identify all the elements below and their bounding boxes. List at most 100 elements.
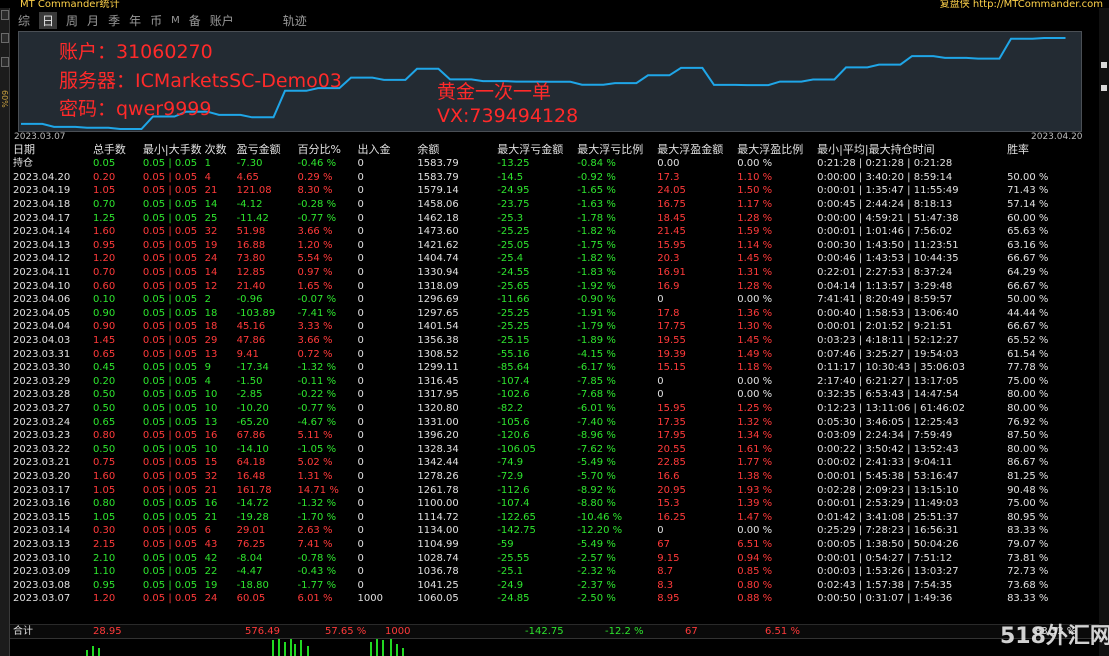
cell-io: 0 (357, 280, 364, 292)
table-row[interactable]: 2023.03.24 0.65 0.05 | 0.05 13 -65.20 -4.67 %… (10, 415, 1099, 429)
table-row[interactable]: 2023.03.28 0.50 0.05 | 0.05 10 -2.85 -0.22 % 0… (10, 388, 1099, 402)
totals-max-float-profit-pct: 6.51 % (765, 626, 800, 637)
table-row[interactable]: 2023.03.31 0.65 0.05 | 0.05 13 9.41 0.72 % 0 13… (10, 347, 1099, 361)
tab-7[interactable]: M (171, 15, 180, 26)
table-row[interactable]: 2023.03.14 0.30 0.05 | 0.05 6 29.01 2.63 % 0 11… (10, 524, 1099, 538)
table-row[interactable]: 2023.03.29 0.20 0.05 | 0.05 4 -1.50 -0.11 % 0 1… (10, 375, 1099, 389)
tab-8[interactable]: 备 (189, 12, 201, 29)
table-row[interactable]: 2023.03.27 0.50 0.05 | 0.05 10 -10.20 -0.77 %… (10, 402, 1099, 416)
table-row[interactable]: 2023.04.14 1.60 0.05 | 0.05 32 51.98 3.66 % 0 1… (10, 225, 1099, 239)
table-row[interactable]: 2023.03.10 2.10 0.05 | 0.05 42 -8.04 -0.78 % 0… (10, 551, 1099, 565)
cell-bal: 1134.00 (417, 525, 459, 537)
column-header[interactable]: 总手数 (90, 143, 140, 157)
cell-mfl: -24.55 (497, 267, 530, 279)
cell-n: 21 (204, 484, 218, 496)
column-header[interactable]: 出入金 (354, 143, 414, 157)
table-row[interactable]: 2023.04.03 1.45 0.05 | 0.05 29 47.86 3.66 % 0 1… (10, 334, 1099, 348)
server-annotation: 服务器：ICMarketsSC-Demo03 (59, 70, 342, 92)
cell-wr: 66.67 % (1007, 321, 1049, 333)
cell-mm: 0.05 | 0.05 (142, 389, 198, 401)
table-row[interactable]: 2023.03.09 1.10 0.05 | 0.05 22 -4.47 -0.43 % 0… (10, 565, 1099, 579)
table-row[interactable]: 2023.04.05 0.90 0.05 | 0.05 18 -103.89 -7.41 … (10, 307, 1099, 321)
column-header[interactable]: 最小|平均|最大持仓时间 (814, 143, 1004, 157)
cell-mfl: -25.15 (497, 335, 530, 347)
table-row[interactable]: 2023.03.13 2.15 0.05 | 0.05 43 76.25 7.41 % 0 1… (10, 538, 1099, 552)
cell-n: 10 (204, 402, 218, 414)
table-row[interactable]: 2023.04.06 0.10 0.05 | 0.05 2 -0.96 -0.07 % 0 1… (10, 293, 1099, 307)
cell-pct: -1.05 % (297, 443, 337, 455)
column-header[interactable]: 余额 (414, 143, 494, 157)
table-row[interactable]: 2023.03.23 0.80 0.05 | 0.05 16 67.86 5.11 % 0 1… (10, 429, 1099, 443)
column-header[interactable]: 最大浮亏金额 (494, 143, 574, 157)
column-header[interactable]: 胜率 (1004, 143, 1099, 157)
cell-mflp: -1.82 % (577, 226, 616, 238)
column-header[interactable]: 百分比% (295, 143, 355, 157)
table-row[interactable]: 2023.03.16 0.80 0.05 | 0.05 16 -14.72 -1.32 %… (10, 497, 1099, 511)
tab-2[interactable]: 周 (66, 12, 78, 29)
cell-mm: 0.05 | 0.05 (142, 470, 198, 482)
table-row[interactable]: 2023.03.08 0.95 0.05 | 0.05 19 -18.80 -1.77 %… (10, 578, 1099, 592)
cell-bal: 1299.11 (417, 362, 459, 374)
cell-lots: 0.05 (92, 158, 116, 170)
cell-t: 0:00:46 | 1:43:53 | 10:44:35 (817, 253, 959, 265)
cell-mfpp: 1.32 % (737, 416, 773, 428)
tab-4[interactable]: 季 (108, 12, 120, 29)
tab-9[interactable]: 账户 (210, 12, 234, 29)
table-row[interactable]: 2023.04.19 1.05 0.05 | 0.05 21 121.08 8.30 % 0… (10, 184, 1099, 198)
column-header[interactable]: 最大浮亏比例 (574, 143, 654, 157)
totals-max-float-loss-pct: -12.2 % (605, 626, 644, 637)
table-row[interactable]: 2023.04.17 1.25 0.05 | 0.05 25 -11.42 -0.77 %… (10, 211, 1099, 225)
table-row[interactable]: 2023.03.30 0.45 0.05 | 0.05 9 -17.34 -1.32 % 0… (10, 361, 1099, 375)
cell-bal: 1028.74 (417, 552, 459, 564)
cell-io: 0 (357, 566, 364, 578)
table-row[interactable]: 2023.04.10 0.60 0.05 | 0.05 12 21.40 1.65 % 0 1… (10, 279, 1099, 293)
table-row[interactable]: 2023.03.22 0.50 0.05 | 0.05 10 -14.10 -1.05 %… (10, 442, 1099, 456)
cell-d: 2023.03.24 (13, 416, 71, 428)
tab-1[interactable]: 日 (39, 11, 58, 29)
cell-bal: 1060.05 (417, 593, 459, 605)
toggle-button[interactable] (1, 10, 9, 20)
column-header[interactable]: 日期 (10, 143, 90, 157)
cell-d: 2023.04.04 (13, 321, 71, 333)
cell-bal: 1278.26 (417, 470, 459, 482)
table-row[interactable]: 2023.04.20 0.20 0.05 | 0.05 4 4.65 0.29 % 0 158… (10, 171, 1099, 185)
tab-3[interactable]: 月 (87, 12, 99, 29)
cell-mfp: 17.95 (657, 430, 686, 442)
tab-5[interactable]: 年 (129, 12, 141, 29)
table-row[interactable]: 2023.03.07 1.20 0.05 | 0.05 24 60.05 6.01 % 10… (10, 592, 1099, 606)
tab-0[interactable]: 综 (18, 12, 30, 29)
right-scroll-strip[interactable] (1099, 8, 1109, 656)
cell-bal: 1297.65 (417, 307, 459, 319)
collapse-button[interactable] (1, 57, 9, 67)
table-row[interactable]: 2023.03.20 1.60 0.05 | 0.05 32 16.48 1.31 % 0 1… (10, 470, 1099, 484)
cell-mfpp: 0.00 % (737, 158, 773, 170)
column-header[interactable]: 最大浮盈比例 (734, 143, 814, 157)
table-row[interactable]: 2023.04.18 0.70 0.05 | 0.05 14 -4.12 -0.28 % 0… (10, 198, 1099, 212)
tab-6[interactable]: 币 (150, 12, 162, 29)
table-row[interactable]: 2023.03.17 1.05 0.05 | 0.05 21 161.78 14.71 %… (10, 483, 1099, 497)
cell-pl: -1.50 (236, 375, 263, 387)
column-header[interactable]: 最小|大手数 (140, 143, 202, 157)
cell-d: 2023.03.31 (13, 348, 71, 360)
table-row[interactable]: 2023.04.13 0.95 0.05 | 0.05 19 16.88 1.20 % 0 1… (10, 239, 1099, 253)
column-header[interactable]: 次数 (202, 143, 234, 157)
cell-lots: 0.70 (92, 267, 116, 279)
tab-10[interactable]: 轨迹 (283, 12, 307, 29)
table-row[interactable]: 2023.03.21 0.75 0.05 | 0.05 15 64.18 5.02 % 0 1… (10, 456, 1099, 470)
cell-io: 1000 (357, 593, 383, 605)
table-row[interactable]: 2023.03.15 1.05 0.05 | 0.05 21 -19.28 -1.70 %… (10, 510, 1099, 524)
table-row[interactable]: 2023.04.04 0.90 0.05 | 0.05 18 45.16 3.33 % 0 1… (10, 320, 1099, 334)
expand-button[interactable] (1, 33, 9, 43)
column-header[interactable]: 最大浮盈金额 (654, 143, 734, 157)
account-annotation: 账户：31060270 (59, 41, 213, 63)
table-row[interactable]: 持仓 0.05 0.05 | 0.05 1 -7.30 -0.46 % 0 1583.79 -1… (10, 157, 1099, 171)
cell-lots: 0.65 (92, 416, 116, 428)
cell-n: 16 (204, 498, 218, 510)
table-row[interactable]: 2023.04.11 0.70 0.05 | 0.05 14 12.85 0.97 % 0 1… (10, 266, 1099, 280)
cell-pl: 21.40 (236, 280, 266, 292)
cell-n: 9 (204, 362, 211, 374)
cell-mm: 0.05 | 0.05 (142, 511, 198, 523)
cell-mflp: -2.37 % (577, 579, 616, 591)
table-row[interactable]: 2023.04.12 1.20 0.05 | 0.05 24 73.80 5.54 % 0 1… (10, 252, 1099, 266)
column-header[interactable]: 盈亏金额 (234, 143, 295, 157)
